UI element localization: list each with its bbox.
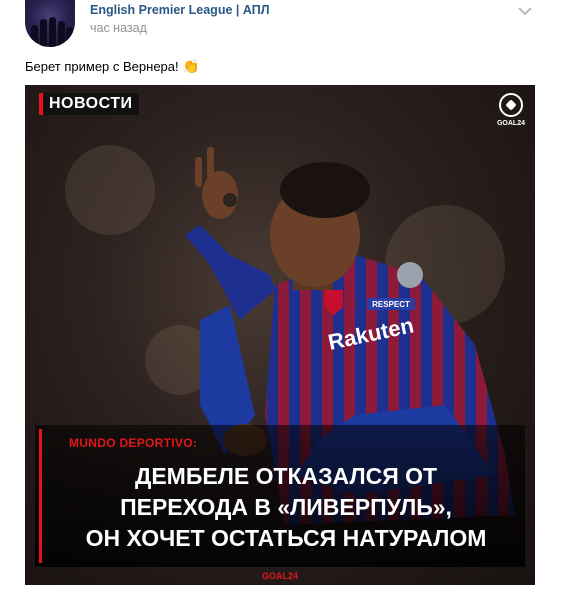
footer-brand: GOAL24	[261, 571, 298, 581]
clapping-hands-icon: 👏	[182, 58, 200, 74]
news-badge-label: НОВОСТИ	[49, 95, 133, 112]
headline-accent-bar	[39, 429, 42, 563]
community-avatar[interactable]	[25, 0, 75, 47]
post-text: Берет пример с Вернера! 👏	[25, 58, 200, 75]
news-badge: НОВОСТИ	[39, 93, 139, 115]
headline-panel: MUNDO DEPORTIVO: ДЕМБЕЛЕ ОТКАЗАЛСЯ ОТ ПЕ…	[35, 425, 525, 567]
svg-text:RESPECT: RESPECT	[372, 300, 410, 309]
goal24-logo: GOAL24	[494, 93, 528, 133]
news-source: MUNDO DEPORTIVO:	[69, 436, 198, 450]
post-text-content: Берет пример с Вернера!	[25, 59, 179, 74]
headline-line-3: ОН ХОЧЕТ ОСТАТЬСЯ НАТУРАЛОМ	[85, 525, 487, 551]
post-timestamp[interactable]: час назад	[90, 21, 147, 35]
chevron-down-icon[interactable]	[517, 6, 533, 16]
post-card: English Premier League | АПЛ час назад Б…	[0, 0, 564, 591]
badge-accent	[39, 93, 43, 115]
headline-line-2: ПЕРЕХОДА В «ЛИВЕРПУЛЬ»,	[120, 494, 452, 520]
post-image[interactable]: RESPECT Rakuten НОВОСТИ GOAL24 MUNDO DEP…	[25, 85, 535, 585]
soccer-ball-icon	[499, 93, 523, 117]
headline-line-1: ДЕМБЕЛЕ ОТКАЗАЛСЯ ОТ	[134, 463, 438, 489]
headline: ДЕМБЕЛЕ ОТКАЗАЛСЯ ОТ ПЕРЕХОДА В «ЛИВЕРПУ…	[53, 461, 519, 554]
goal24-logo-text: GOAL24	[496, 120, 525, 127]
post-author-link[interactable]: English Premier League | АПЛ	[90, 3, 269, 17]
